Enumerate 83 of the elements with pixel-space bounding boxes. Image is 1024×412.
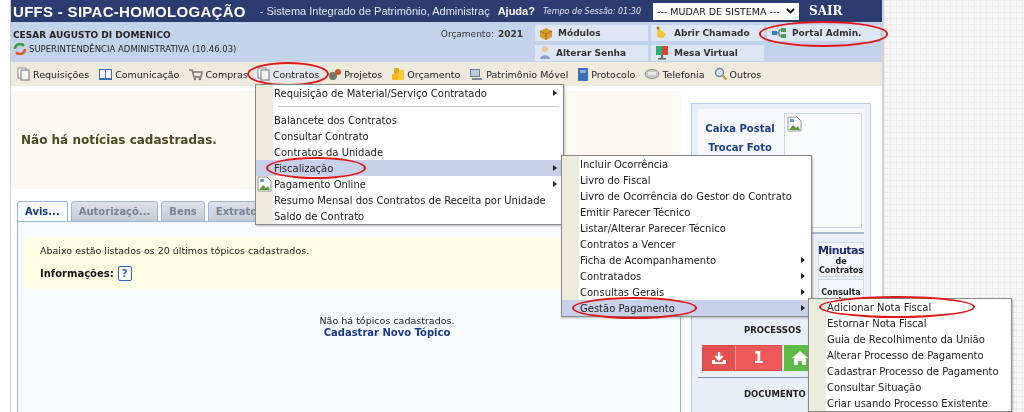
menu-item[interactable]: Orçamento (389, 66, 463, 82)
caret-icon (801, 289, 805, 295)
caret-icon (801, 257, 805, 263)
book-icon (98, 67, 114, 81)
menu-entry[interactable]: Fiscalização (256, 160, 563, 176)
tab[interactable]: Avis... (17, 201, 68, 222)
refresh-icon[interactable] (13, 42, 27, 55)
computer-icon (469, 67, 485, 81)
budget-year: Orçamento: 2021 (439, 28, 523, 41)
phone-icon (644, 68, 661, 80)
documents-icon (17, 67, 31, 81)
menu-entry[interactable]: Contratos da Unidade (256, 144, 563, 160)
cart-icon (188, 67, 204, 81)
menu-item[interactable]: Comunicação (96, 66, 182, 82)
menu-entry[interactable]: Criar usando Processo Existente (809, 395, 1011, 411)
news-message: Não há notícias cadastradas. (21, 133, 217, 147)
shortcut-button[interactable]: Mesa Virtual (651, 44, 764, 61)
menu-item[interactable]: Contratos (254, 66, 322, 82)
unit-name: SUPERINTENDÊNCIA ADMINISTRATIVA (10.46.03) (29, 43, 237, 54)
search-icon (713, 67, 728, 81)
chevron-down-icon (786, 8, 796, 14)
menu-entry[interactable]: Contratos a Vencer (562, 236, 811, 252)
minutas-button[interactable]: Minutas de Contratos (818, 242, 864, 277)
menu-entry[interactable]: Pagamento Online (256, 176, 563, 192)
menu-entry[interactable]: Consultas Gerais (562, 284, 811, 300)
menu-item[interactable]: Compras (186, 66, 250, 82)
menu-entry[interactable]: Cadastrar Processo de Pagamento (809, 363, 1011, 379)
caret-icon (553, 90, 557, 96)
binder-icon (577, 66, 590, 82)
menu-entry[interactable]: Incluir Ocorrência (562, 156, 811, 172)
menu-entry[interactable]: Livro de Ocorrência do Gestor do Contrato (562, 188, 811, 204)
menu-entry[interactable]: Contratados (562, 268, 811, 284)
menu-entry[interactable]: Alterar Processo de Pagamento (809, 347, 1011, 363)
sidebar-link[interactable]: Trocar Foto (708, 142, 772, 153)
menu-entry[interactable]: Gestão Pagamento (562, 300, 811, 316)
menu-entry[interactable]: Consultar Situação (809, 379, 1011, 395)
menu-entry[interactable]: Livro do Fiscal (562, 172, 811, 188)
session-timer: Tempo de Sessão: 01:30 (542, 6, 642, 16)
help-link[interactable]: Ajuda? (497, 5, 535, 17)
menu-entry[interactable]: Balancete dos Contratos (256, 112, 563, 128)
network-icon (771, 27, 787, 39)
sidebar-link[interactable]: Caixa Postal (705, 123, 775, 134)
box-icon (539, 26, 553, 40)
caret-icon (801, 273, 805, 279)
shortcut-button[interactable]: Alterar Senha (535, 44, 648, 61)
menu-entry[interactable]: Guia de Recolhimento da União (809, 331, 1011, 347)
caret-icon (801, 305, 805, 311)
system-subtitle: - Sistema Integrado de Patrimônio, Administraç (259, 5, 490, 17)
logout-link[interactable]: SAIR (809, 4, 843, 18)
menu-entry[interactable]: Listar/Alterar Parecer Técnico (562, 220, 811, 236)
section-title: PROCESSOS (744, 325, 802, 335)
menu-entry[interactable]: Estornar Nota Fiscal (809, 315, 1011, 331)
menu-entry[interactable]: Consultar Contrato (256, 128, 563, 144)
system-select[interactable]: --- MUDAR DE SISTEMA --- (653, 2, 800, 20)
user-name: CESAR AUGUSTO DI DOMENICO (13, 29, 172, 40)
menu-item[interactable]: Projetos (326, 66, 385, 82)
caret-icon (553, 181, 557, 187)
broken-image-icon (787, 116, 802, 132)
coins-icon (391, 67, 406, 81)
empty-message: Não há tópicos cadastrados. (319, 315, 455, 326)
menu-item[interactable]: Outros (711, 66, 764, 82)
menu-entry[interactable]: Ficha de Acompanhamento (562, 252, 811, 268)
menu-item[interactable]: Protocolo (575, 65, 638, 83)
download-icon (711, 351, 727, 365)
menu-item[interactable]: Telefonia (642, 67, 707, 81)
section-title: DOCUMENTO (744, 389, 806, 399)
menu-entry[interactable]: Emitir Parecer Técnico (562, 204, 811, 220)
shortcut-button[interactable]: Abrir Chamado (651, 25, 764, 41)
help-icon[interactable]: ? (117, 266, 132, 281)
bell-icon (655, 26, 669, 40)
monitor-icon (655, 45, 669, 60)
system-title: UFFS - SIPAC-HOMOLOGAÇÃO (13, 2, 246, 20)
documents-icon (256, 67, 271, 81)
menu-item[interactable]: Requisições (15, 66, 92, 82)
menu-item[interactable]: Patrimônio Móvel (467, 66, 571, 82)
info-label: Informações: (40, 268, 114, 279)
caret-icon (553, 165, 557, 171)
shortcut-button[interactable]: Portal Admin. (767, 25, 880, 41)
menu-entry[interactable]: Adicionar Nota Fiscal (809, 299, 1011, 315)
create-topic-link[interactable]: Cadastrar Novo Tópico (323, 327, 451, 338)
shortcut-button[interactable]: Módulos (535, 25, 648, 41)
menu-entry[interactable]: Requisição de Material/Serviço Contratado (256, 85, 563, 101)
person-icon (539, 45, 551, 60)
